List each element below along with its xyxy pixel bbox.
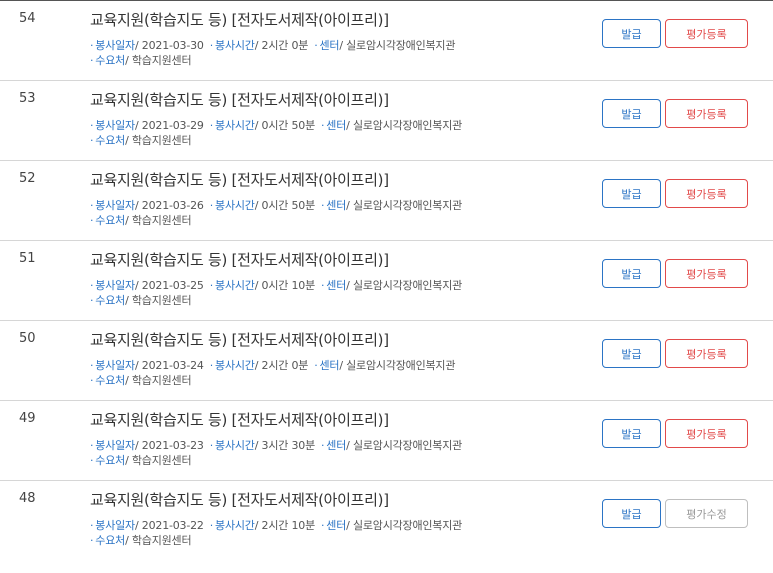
time-label: 봉사시간: [215, 119, 255, 132]
center-value: 실로암시각장애인복지관: [352, 439, 463, 452]
row-title[interactable]: 교육지원(학습지도 등) [전자도서제작(아이프리)]: [90, 329, 389, 350]
row-number: 54: [19, 11, 36, 26]
issue-button[interactable]: 발급: [602, 19, 661, 48]
time-value: 2시간 0분: [261, 359, 309, 372]
center-label: 센터: [319, 359, 340, 372]
evaluation-edit-button[interactable]: 평가수정: [665, 499, 748, 528]
center-value: 실로암시각장애인복지관: [346, 359, 456, 372]
date-label: 봉사일자: [95, 39, 135, 52]
row-meta: · 봉사일자/ 2021-03-22 · 봉사시간/ 2시간 10분 · 센터/ 실로암시…: [90, 519, 463, 547]
row-meta: · 봉사일자/ 2021-03-25 · 봉사시간/ 0시간 10분 · 센터/ 실로암시…: [90, 279, 463, 307]
date-value: 2021-03-22: [141, 519, 204, 532]
row-title[interactable]: 교육지원(학습지도 등) [전자도서제작(아이프리)]: [90, 9, 389, 30]
org-label: 수요처: [95, 374, 126, 387]
issue-button[interactable]: 발급: [602, 259, 661, 288]
row-title[interactable]: 교육지원(학습지도 등) [전자도서제작(아이프리)]: [90, 89, 389, 110]
center-value: 실로암시각장애인복지관: [352, 199, 463, 212]
time-label: 봉사시간: [215, 519, 255, 532]
date-value: 2021-03-30: [141, 39, 204, 52]
list-item: 50 교육지원(학습지도 등) [전자도서제작(아이프리)] · 봉사일자/ 20…: [0, 321, 773, 401]
org-label: 수요처: [95, 454, 126, 467]
list-item: 51 교육지원(학습지도 등) [전자도서제작(아이프리)] · 봉사일자/ 20…: [0, 241, 773, 321]
center-label: 센터: [326, 279, 347, 292]
row-number: 48: [19, 491, 36, 506]
row-meta: · 봉사일자/ 2021-03-26 · 봉사시간/ 0시간 50분 · 센터/ 실로암시…: [90, 199, 463, 227]
center-value: 실로암시각장애인복지관: [352, 519, 463, 532]
org-label: 수요처: [95, 294, 126, 307]
row-number: 51: [19, 251, 36, 266]
evaluation-register-button[interactable]: 평가등록: [665, 179, 748, 208]
issue-button[interactable]: 발급: [602, 339, 661, 368]
evaluation-register-button[interactable]: 평가등록: [665, 259, 748, 288]
center-value: 실로암시각장애인복지관: [352, 119, 463, 132]
list-item: 49 교육지원(학습지도 등) [전자도서제작(아이프리)] · 봉사일자/ 20…: [0, 401, 773, 481]
row-number: 49: [19, 411, 36, 426]
date-label: 봉사일자: [95, 279, 135, 292]
time-label: 봉사시간: [215, 199, 255, 212]
list-item: 52 교육지원(학습지도 등) [전자도서제작(아이프리)] · 봉사일자/ 20…: [0, 161, 773, 241]
row-meta: · 봉사일자/ 2021-03-23 · 봉사시간/ 3시간 30분 · 센터/ 실로암시…: [90, 439, 463, 467]
date-label: 봉사일자: [95, 119, 135, 132]
org-value: 학습지원센터: [131, 454, 192, 467]
center-value: 실로암시각장애인복지관: [352, 279, 463, 292]
issue-button[interactable]: 발급: [602, 499, 661, 528]
time-value: 0시간 50분: [261, 199, 316, 212]
org-label: 수요처: [95, 134, 126, 147]
org-value: 학습지원센터: [131, 134, 192, 147]
list-item: 48 교육지원(학습지도 등) [전자도서제작(아이프리)] · 봉사일자/ 20…: [0, 481, 773, 561]
row-title[interactable]: 교육지원(학습지도 등) [전자도서제작(아이프리)]: [90, 489, 389, 510]
time-label: 봉사시간: [215, 279, 255, 292]
list-item: 54 교육지원(학습지도 등) [전자도서제작(아이프리)] · 봉사일자/ 20…: [0, 1, 773, 81]
issue-button[interactable]: 발급: [602, 99, 661, 128]
date-label: 봉사일자: [95, 199, 135, 212]
org-value: 학습지원센터: [131, 374, 192, 387]
org-label: 수요처: [95, 534, 126, 547]
time-label: 봉사시간: [215, 439, 255, 452]
org-value: 학습지원센터: [131, 294, 192, 307]
row-number: 52: [19, 171, 36, 186]
date-label: 봉사일자: [95, 359, 135, 372]
row-title[interactable]: 교육지원(학습지도 등) [전자도서제작(아이프리)]: [90, 249, 389, 270]
org-label: 수요처: [95, 54, 126, 67]
list-item: 53 교육지원(학습지도 등) [전자도서제작(아이프리)] · 봉사일자/ 20…: [0, 81, 773, 161]
date-label: 봉사일자: [95, 439, 135, 452]
date-value: 2021-03-24: [141, 359, 204, 372]
evaluation-register-button[interactable]: 평가등록: [665, 339, 748, 368]
evaluation-register-button[interactable]: 평가등록: [665, 19, 748, 48]
time-label: 봉사시간: [215, 359, 255, 372]
org-value: 학습지원센터: [131, 214, 192, 227]
date-label: 봉사일자: [95, 519, 135, 532]
evaluation-register-button[interactable]: 평가등록: [665, 419, 748, 448]
row-meta: · 봉사일자/ 2021-03-30 · 봉사시간/ 2시간 0분 · 센터/ 실로암시각…: [90, 39, 456, 67]
time-value: 3시간 30분: [261, 439, 316, 452]
center-value: 실로암시각장애인복지관: [346, 39, 456, 52]
time-value: 2시간 0분: [261, 39, 309, 52]
org-label: 수요처: [95, 214, 126, 227]
org-value: 학습지원센터: [131, 534, 192, 547]
time-label: 봉사시간: [215, 39, 255, 52]
date-value: 2021-03-26: [141, 199, 204, 212]
row-title[interactable]: 교육지원(학습지도 등) [전자도서제작(아이프리)]: [90, 169, 389, 190]
row-meta: · 봉사일자/ 2021-03-29 · 봉사시간/ 0시간 50분 · 센터/ 실로암시…: [90, 119, 463, 147]
row-title[interactable]: 교육지원(학습지도 등) [전자도서제작(아이프리)]: [90, 409, 389, 430]
time-value: 2시간 10분: [261, 519, 316, 532]
center-label: 센터: [326, 199, 347, 212]
date-value: 2021-03-29: [141, 119, 204, 132]
time-value: 0시간 50분: [261, 119, 316, 132]
center-label: 센터: [326, 439, 347, 452]
center-label: 센터: [319, 39, 340, 52]
row-meta: · 봉사일자/ 2021-03-24 · 봉사시간/ 2시간 0분 · 센터/ 실로암시각…: [90, 359, 456, 387]
row-number: 53: [19, 91, 36, 106]
issue-button[interactable]: 발급: [602, 419, 661, 448]
date-value: 2021-03-25: [141, 279, 204, 292]
time-value: 0시간 10분: [261, 279, 316, 292]
center-label: 센터: [326, 519, 347, 532]
date-value: 2021-03-23: [141, 439, 204, 452]
row-number: 50: [19, 331, 36, 346]
volunteer-record-list: 54 교육지원(학습지도 등) [전자도서제작(아이프리)] · 봉사일자/ 20…: [0, 0, 773, 561]
issue-button[interactable]: 발급: [602, 179, 661, 208]
center-label: 센터: [326, 119, 347, 132]
evaluation-register-button[interactable]: 평가등록: [665, 99, 748, 128]
org-value: 학습지원센터: [131, 54, 192, 67]
